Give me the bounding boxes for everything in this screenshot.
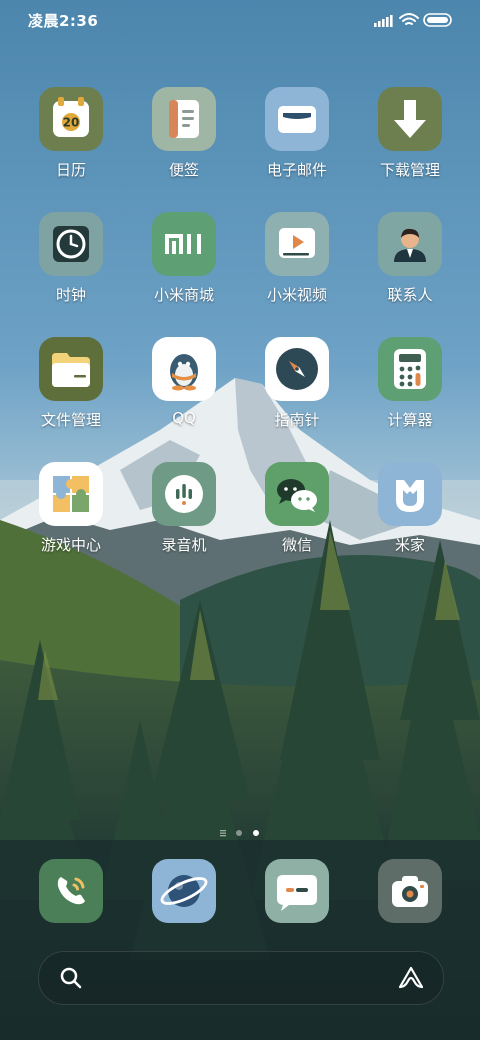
- dock-camera[interactable]: [360, 859, 460, 925]
- app-label: 联系人: [387, 286, 433, 304]
- app-recorder[interactable]: 录音机: [134, 462, 234, 572]
- camera-icon: [392, 876, 428, 907]
- browser-icon: [160, 875, 208, 907]
- app-tile: [152, 87, 216, 151]
- page-indicator[interactable]: [218, 824, 268, 837]
- dock-tile: [39, 859, 103, 923]
- app-label: 录音机: [161, 536, 207, 554]
- app-mijia[interactable]: 米家: [360, 462, 460, 572]
- mijia-icon: [396, 480, 424, 512]
- app-tile: [152, 212, 216, 276]
- calculator-icon: [394, 349, 426, 389]
- page-dot-3-current: [253, 830, 259, 836]
- recorder-icon: [165, 475, 203, 513]
- app-label: 下载管理: [379, 161, 440, 179]
- app-qq[interactable]: QQ: [134, 337, 234, 447]
- app-tile: [152, 462, 216, 526]
- app-label: 小米商城: [153, 286, 214, 304]
- notes-icon: [169, 100, 199, 138]
- search-icon: [60, 967, 82, 989]
- download-icon: [394, 100, 426, 138]
- app-label: 游戏中心: [40, 536, 101, 554]
- app-calculator[interactable]: 计算器: [360, 337, 460, 447]
- compass-icon: [276, 348, 318, 390]
- calendar-icon: 20: [53, 97, 89, 137]
- app-tile: [265, 212, 329, 276]
- status-time: 凌晨2:36: [28, 12, 99, 30]
- app-contacts[interactable]: 联系人: [360, 212, 460, 322]
- app-label: 微信: [281, 536, 312, 554]
- dock-messages[interactable]: [247, 859, 347, 925]
- app-tile: [378, 337, 442, 401]
- folder-icon: [52, 353, 90, 387]
- messages-icon: [277, 875, 317, 911]
- app-calendar[interactable]: 20 日历: [21, 87, 121, 197]
- email-icon: [278, 106, 316, 133]
- app-label: 指南针: [274, 411, 320, 429]
- app-tile: [39, 212, 103, 276]
- search-bar[interactable]: [38, 951, 444, 1005]
- app-compass[interactable]: 指南针: [247, 337, 347, 447]
- signal-icon: [374, 15, 393, 27]
- app-label: 日历: [55, 161, 86, 179]
- app-tile: 20: [39, 87, 103, 151]
- assistant-icon[interactable]: [397, 965, 425, 991]
- status-bar: 凌晨2:36: [0, 0, 480, 40]
- wifi-icon: [399, 13, 419, 25]
- app-tile: [265, 462, 329, 526]
- app-tile: [39, 462, 103, 526]
- clock-icon: [53, 226, 89, 262]
- app-label: 米家: [394, 536, 425, 554]
- app-label: QQ: [172, 409, 196, 427]
- qq-icon: [170, 354, 198, 391]
- page-dot-2: [236, 830, 242, 836]
- app-tile: [265, 337, 329, 401]
- app-list-page-icon: [220, 830, 226, 837]
- app-tile: [378, 462, 442, 526]
- contacts-icon: [394, 228, 426, 262]
- dock-browser[interactable]: [134, 859, 234, 925]
- app-label: 电子邮件: [266, 161, 327, 179]
- app-tile: [265, 87, 329, 151]
- app-tile: [39, 337, 103, 401]
- game-center-icon: [53, 476, 89, 512]
- dock-tile: [152, 859, 216, 923]
- app-tile: [378, 87, 442, 151]
- app-game-center[interactable]: 游戏中心: [21, 462, 121, 572]
- app-tile: [378, 212, 442, 276]
- app-clock[interactable]: 时钟: [21, 212, 121, 322]
- app-wechat[interactable]: 微信: [247, 462, 347, 572]
- app-label: 时钟: [55, 286, 86, 304]
- dock-tile: [378, 859, 442, 923]
- app-label: 便签: [168, 161, 199, 179]
- wechat-icon: [277, 479, 317, 512]
- app-label: 计算器: [387, 411, 433, 429]
- app-tile: [152, 337, 216, 401]
- mi-store-icon: [165, 234, 201, 254]
- app-download[interactable]: 下载管理: [360, 87, 460, 197]
- status-icons: [326, 11, 454, 29]
- app-notes[interactable]: 便签: [134, 87, 234, 197]
- app-label: 小米视频: [266, 286, 327, 304]
- app-video[interactable]: 小米视频: [247, 212, 347, 322]
- video-icon: [279, 228, 315, 258]
- dock-tile: [265, 859, 329, 923]
- dock-phone[interactable]: [21, 859, 121, 925]
- battery-icon: [423, 13, 452, 27]
- app-folder[interactable]: 文件管理: [21, 337, 121, 447]
- app-mi-store[interactable]: 小米商城: [134, 212, 234, 322]
- app-email[interactable]: 电子邮件: [247, 87, 347, 197]
- app-label: 文件管理: [40, 411, 101, 429]
- calendar-date: 20: [63, 116, 80, 130]
- phone-icon: [57, 877, 85, 905]
